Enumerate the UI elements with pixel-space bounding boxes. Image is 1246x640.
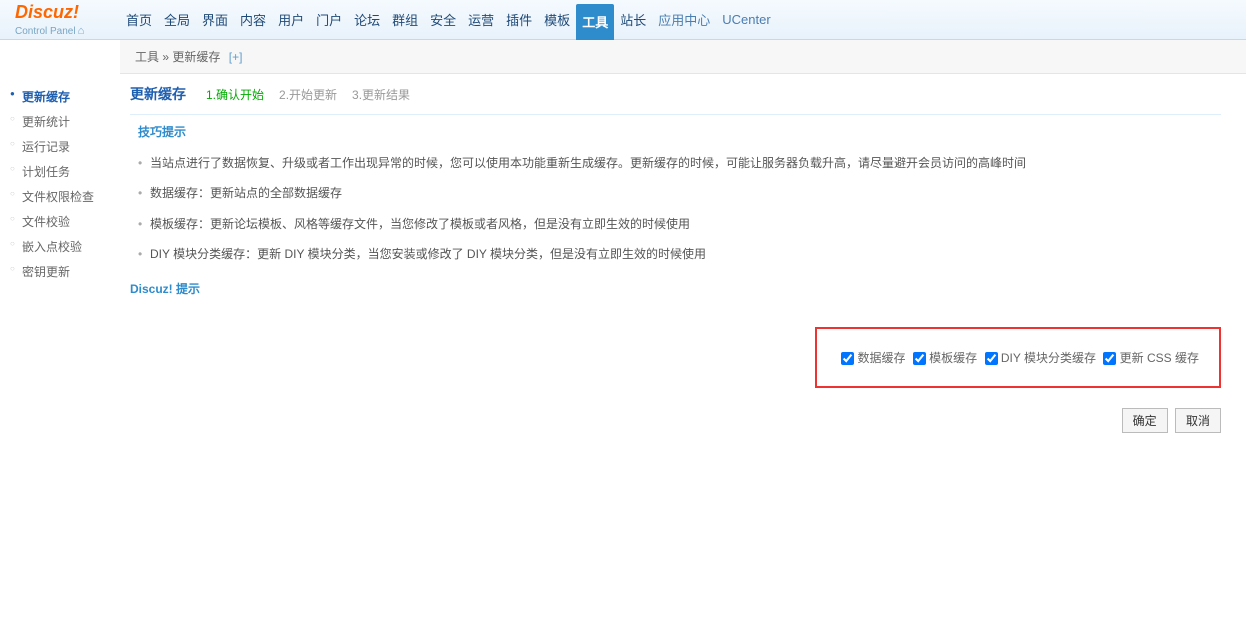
topnav-item[interactable]: 用户 — [272, 0, 310, 40]
tips-title: 技巧提示 — [130, 123, 1221, 140]
sidebar-link[interactable]: 更新缓存 — [22, 90, 70, 104]
container: 更新缓存更新统计运行记录计划任务文件权限检查文件校验嵌入点校验密钥更新 更新缓存… — [0, 74, 1246, 443]
sidebar-list: 更新缓存更新统计运行记录计划任务文件权限检查文件校验嵌入点校验密钥更新 — [0, 84, 120, 284]
checkbox-group: 数据缓存 模板缓存 DIY 模块分类缓存 更新 CSS 缓存 — [815, 327, 1221, 388]
logo-text: Discuz! — [15, 2, 120, 23]
sidebar-item: 密钥更新 — [0, 259, 120, 284]
topnav-item[interactable]: 论坛 — [348, 0, 386, 40]
checkbox[interactable] — [985, 352, 998, 365]
topnav-item[interactable]: 工具 — [576, 4, 614, 40]
topnav: 首页全局界面内容用户门户论坛群组安全运营插件模板工具站长应用中心UCenter — [120, 0, 777, 40]
tips-list: 当站点进行了数据恢复、升级或者工作出现异常的时候，您可以使用本功能重新生成缓存。… — [130, 148, 1221, 270]
sidebar-item: 更新统计 — [0, 109, 120, 134]
breadcrumb-section[interactable]: 工具 — [135, 50, 159, 64]
topnav-item[interactable]: 运营 — [462, 0, 500, 40]
home-icon: ⌂ — [78, 25, 85, 37]
topnav-item[interactable]: 首页 — [120, 0, 158, 40]
topnav-item[interactable]: 界面 — [196, 0, 234, 40]
sidebar-item: 文件权限检查 — [0, 184, 120, 209]
checkbox[interactable] — [913, 352, 926, 365]
topnav-item[interactable]: 群组 — [386, 0, 424, 40]
checkbox[interactable] — [841, 352, 854, 365]
tip-item: 模板缓存：更新论坛模板、风格等缓存文件，当您修改了模板或者风格，但是没有立即生效… — [138, 209, 1221, 239]
sidebar-item: 文件校验 — [0, 209, 120, 234]
topnav-item[interactable]: 模板 — [538, 0, 576, 40]
step: 2.开始更新 — [279, 86, 337, 103]
cancel-button[interactable]: 取消 — [1175, 408, 1221, 433]
steps: 1.确认开始 2.开始更新 3.更新结果 — [206, 86, 410, 103]
sidebar-link[interactable]: 嵌入点校验 — [22, 240, 82, 254]
tips-box: 技巧提示 当站点进行了数据恢复、升级或者工作出现异常的时候，您可以使用本功能重新… — [130, 114, 1221, 270]
sidebar-link[interactable]: 运行记录 — [22, 140, 70, 154]
topnav-item[interactable]: 全局 — [158, 0, 196, 40]
tip-item: DIY 模块分类缓存：更新 DIY 模块分类，当您安装或修改了 DIY 模块分类… — [138, 239, 1221, 269]
logo[interactable]: Discuz! Control Panel⌂ — [0, 2, 120, 37]
breadcrumb-page[interactable]: 更新缓存 — [172, 50, 220, 64]
sidebar-link[interactable]: 密钥更新 — [22, 265, 70, 279]
sidebar-link[interactable]: 计划任务 — [22, 165, 70, 179]
sidebar-link[interactable]: 更新统计 — [22, 115, 70, 129]
sidebar-link[interactable]: 文件校验 — [22, 215, 70, 229]
button-row: 确定 取消 — [130, 408, 1221, 433]
topnav-item[interactable]: UCenter — [716, 0, 776, 40]
breadcrumb-sep: » — [162, 50, 169, 64]
topnav-item[interactable]: 站长 — [614, 0, 652, 40]
ok-button[interactable]: 确定 — [1122, 408, 1168, 433]
checkbox[interactable] — [1103, 352, 1116, 365]
checkbox-label[interactable]: 数据缓存 — [841, 351, 909, 365]
logo-subtitle: Control Panel — [15, 26, 76, 37]
breadcrumb-plus[interactable]: [+] — [229, 50, 243, 64]
checkbox-label[interactable]: 模板缓存 — [913, 351, 981, 365]
sidebar-item: 计划任务 — [0, 159, 120, 184]
topnav-item[interactable]: 安全 — [424, 0, 462, 40]
page-title: 更新缓存 — [130, 84, 186, 104]
sidebar-link[interactable]: 文件权限检查 — [22, 190, 94, 204]
step: 3.更新结果 — [352, 86, 410, 103]
sidebar-item: 运行记录 — [0, 134, 120, 159]
sidebar-item: 更新缓存 — [0, 84, 120, 109]
step: 1.确认开始 — [206, 86, 264, 103]
sidebar-item: 嵌入点校验 — [0, 234, 120, 259]
prompt-title: Discuz! 提示 — [130, 280, 1221, 297]
header: Discuz! Control Panel⌂ 首页全局界面内容用户门户论坛群组安… — [0, 0, 1246, 40]
topnav-item[interactable]: 内容 — [234, 0, 272, 40]
checkbox-label[interactable]: DIY 模块分类缓存 — [985, 351, 1100, 365]
breadcrumb: 工具 » 更新缓存 [+] — [120, 40, 1246, 74]
tip-item: 数据缓存：更新站点的全部数据缓存 — [138, 178, 1221, 208]
topnav-item[interactable]: 插件 — [500, 0, 538, 40]
checkbox-label[interactable]: 更新 CSS 缓存 — [1103, 351, 1199, 365]
tip-item: 当站点进行了数据恢复、升级或者工作出现异常的时候，您可以使用本功能重新生成缓存。… — [138, 148, 1221, 178]
main: 更新缓存 1.确认开始 2.开始更新 3.更新结果 技巧提示 当站点进行了数据恢复、… — [120, 74, 1246, 443]
page-header: 更新缓存 1.确认开始 2.开始更新 3.更新结果 — [130, 84, 1221, 104]
sidebar: 更新缓存更新统计运行记录计划任务文件权限检查文件校验嵌入点校验密钥更新 — [0, 74, 120, 443]
topnav-item[interactable]: 应用中心 — [652, 0, 716, 40]
topnav-item[interactable]: 门户 — [310, 0, 348, 40]
